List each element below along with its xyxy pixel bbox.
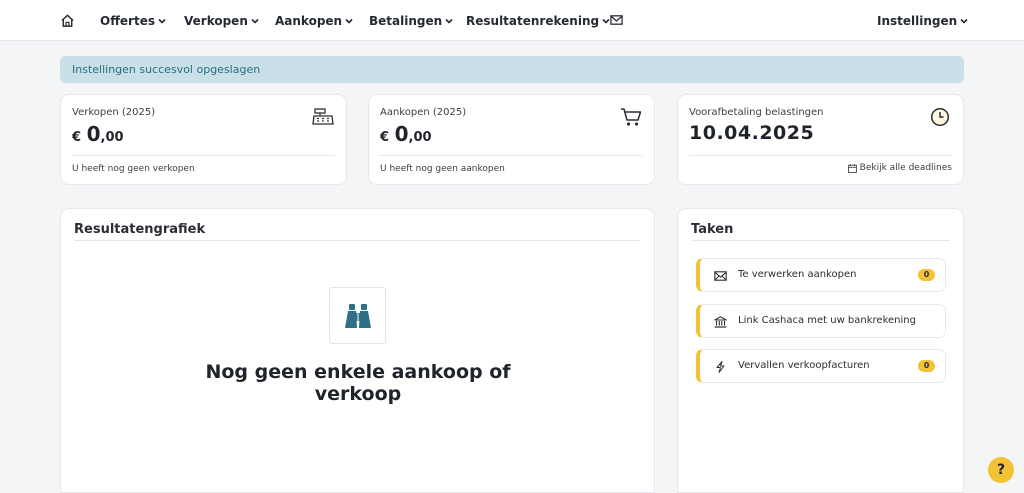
view-deadlines-label: Bekijk alle deadlines [859, 163, 952, 173]
sales-currency: € [72, 130, 82, 145]
sales-label: Verkopen (2025) [72, 107, 156, 118]
results-chart-panel: Resultatengrafiek Nog geen enkele aankoo… [60, 208, 655, 493]
task-label: Vervallen verkoopfacturen [738, 360, 870, 371]
chevron-down-icon [445, 18, 453, 24]
home-icon[interactable] [60, 13, 75, 28]
tax-divider [689, 155, 952, 156]
task-item-overdue-invoices[interactable]: Vervallen verkoopfacturen 0 [696, 349, 946, 383]
view-deadlines-link[interactable]: Bekijk alle deadlines [847, 163, 952, 173]
task-item-purchases[interactable]: Te verwerken aankopen 0 [696, 258, 946, 292]
chevron-down-icon [602, 18, 610, 24]
nav-verkopen-label: Verkopen [184, 13, 248, 28]
tax-deadline-card: Voorafbetaling belastingen 10.04.2025 Be… [677, 94, 964, 185]
nav-resultatenrekening-label: Resultatenrekening [466, 13, 600, 28]
nav-offertes-label: Offertes [100, 13, 155, 28]
nav-verkopen[interactable]: Verkopen [184, 0, 259, 41]
nav-offertes[interactable]: Offertes [100, 0, 166, 41]
shopping-cart-icon [621, 108, 642, 126]
purchases-value: € 0,00 [380, 122, 432, 146]
nav-instellingen[interactable]: Instellingen [877, 0, 968, 41]
empty-state-illustration [329, 287, 386, 344]
purchases-label: Aankopen (2025) [380, 107, 467, 118]
calendar-icon [847, 163, 857, 173]
help-button[interactable]: ? [988, 457, 1014, 483]
sales-footer: U heeft nog geen verkopen [72, 164, 195, 174]
tasks-panel: Taken Te verwerken aankopen 0 Link Casha… [677, 208, 964, 493]
sales-divider [72, 155, 335, 156]
purchases-footer: U heeft nog geen aankopen [380, 164, 505, 174]
chevron-down-icon [251, 18, 259, 24]
chevron-down-icon [345, 18, 353, 24]
empty-state-message: Nog geen enkele aankoop of verkoop [205, 361, 511, 405]
task-item-bank-link[interactable]: Link Cashaca met uw bankrekening [696, 304, 946, 338]
cash-register-icon [312, 108, 334, 125]
sales-decimals: ,00 [100, 130, 124, 145]
nav-instellingen-label: Instellingen [877, 13, 958, 28]
purchases-currency: € [380, 130, 390, 145]
tax-deadline-date: 10.04.2025 [689, 122, 815, 144]
envelope-icon [714, 271, 727, 281]
purchases-card: Aankopen (2025) € 0,00 U heeft nog geen … [368, 94, 655, 185]
chevron-down-icon [158, 18, 166, 24]
mail-icon[interactable] [610, 14, 623, 26]
nav-betalingen[interactable]: Betalingen [369, 0, 453, 41]
nav-resultatenrekening[interactable]: Resultatenrekening [466, 0, 610, 41]
nav-aankopen[interactable]: Aankopen [275, 0, 353, 41]
results-chart-divider [74, 240, 641, 241]
bank-icon [714, 316, 727, 328]
nav-betalingen-label: Betalingen [369, 13, 443, 28]
tasks-title: Taken [691, 222, 734, 237]
results-chart-title: Resultatengrafiek [74, 222, 206, 237]
top-navigation: Offertes Verkopen Aankopen Betalingen Re… [0, 0, 1024, 41]
purchases-integer: 0 [394, 122, 409, 146]
nav-aankopen-label: Aankopen [275, 13, 343, 28]
tax-label: Voorafbetaling belastingen [689, 107, 824, 118]
task-label: Te verwerken aankopen [738, 269, 857, 280]
purchases-decimals: ,00 [408, 130, 432, 145]
clock-icon [930, 107, 950, 127]
sales-card: Verkopen (2025) € 0,00 U heeft nog geen … [60, 94, 347, 185]
sales-integer: 0 [86, 122, 101, 146]
task-count-badge: 0 [918, 360, 935, 372]
sales-value: € 0,00 [72, 122, 124, 146]
tasks-divider [691, 240, 950, 241]
purchases-divider [380, 155, 643, 156]
task-count-badge: 0 [918, 269, 935, 281]
chevron-down-icon [960, 18, 968, 24]
binoculars-icon [344, 303, 371, 328]
task-label: Link Cashaca met uw bankrekening [738, 315, 916, 326]
lightning-icon [716, 361, 725, 373]
success-alert: Instellingen succesvol opgeslagen [60, 56, 964, 83]
